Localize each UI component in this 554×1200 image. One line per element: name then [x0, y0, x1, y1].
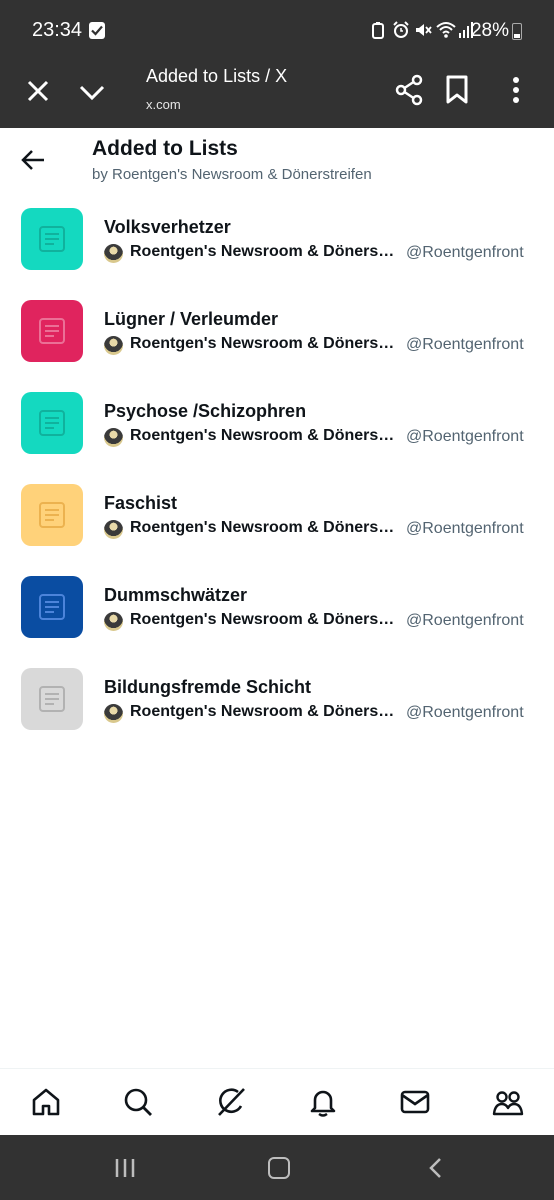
bottom-tab-bar: [0, 1068, 554, 1135]
search-icon[interactable]: [122, 1086, 154, 1118]
list-icon: [21, 208, 83, 270]
messages-icon[interactable]: [399, 1086, 431, 1118]
list-item[interactable]: Psychose /Schizophren Roentgen's Newsroo…: [0, 376, 554, 468]
list-name: Volksverhetzer: [104, 217, 231, 237]
list-icon: [21, 300, 83, 362]
battery-saver-icon: [370, 21, 386, 39]
list-icon: [21, 576, 83, 638]
checkbox-notification-icon: [89, 22, 105, 39]
list-icon: [21, 668, 83, 730]
list-icon: [21, 392, 83, 454]
list-item[interactable]: Faschist Roentgen's Newsroom & Dönerstre…: [0, 468, 554, 560]
owner-name: Roentgen's Newsroom & Dönerstreifen: [130, 335, 398, 352]
owner-handle: @Roentgenfront: [406, 612, 524, 629]
avatar: [104, 612, 123, 631]
home-icon[interactable]: [30, 1086, 62, 1118]
avatar: [104, 336, 123, 355]
chevron-down-icon[interactable]: [78, 78, 106, 106]
owner-name: Roentgen's Newsroom & Dönerstreifen: [130, 243, 398, 260]
mute-icon: [414, 21, 432, 39]
list-item[interactable]: Bildungsfremde Schicht Roentgen's Newsro…: [0, 652, 554, 744]
back-nav-icon[interactable]: [426, 1157, 444, 1179]
owner-name: Roentgen's Newsroom & Dönerstreifen: [130, 519, 398, 536]
list-name: Dummschwätzer: [104, 585, 248, 605]
home-nav-icon[interactable]: [268, 1157, 290, 1179]
communities-icon[interactable]: [492, 1086, 524, 1118]
list-icon: [21, 484, 83, 546]
owner-name: Roentgen's Newsroom & Dönerstreifen: [130, 427, 398, 444]
browser-url: x.com: [146, 97, 181, 112]
owner-name: Roentgen's Newsroom & Dönerstreifen: [130, 703, 398, 720]
notifications-icon[interactable]: [307, 1086, 339, 1118]
lists-container: Volksverhetzer Roentgen's Newsroom & Dön…: [0, 192, 554, 744]
avatar: [104, 244, 123, 263]
list-name: Faschist: [104, 493, 178, 513]
avatar: [104, 704, 123, 723]
list-name: Bildungsfremde Schicht: [104, 677, 312, 697]
avatar: [104, 428, 123, 447]
list-item[interactable]: Volksverhetzer Roentgen's Newsroom & Dön…: [0, 192, 554, 284]
list-name: Lügner / Verleumder: [104, 309, 279, 329]
avatar: [104, 520, 123, 539]
page-subtitle: by Roentgen's Newsroom & Dönerstreifen: [92, 166, 372, 183]
system-nav-bar: [0, 1135, 554, 1200]
status-bar: 23:34 28%: [0, 0, 554, 60]
list-item[interactable]: Lügner / Verleumder Roentgen's Newsroom …: [0, 284, 554, 376]
wifi-icon: [436, 21, 456, 39]
share-icon[interactable]: [394, 74, 424, 106]
owner-handle: @Roentgenfront: [406, 244, 524, 261]
battery-icon: [512, 23, 522, 40]
list-name: Psychose /Schizophren: [104, 401, 307, 421]
owner-handle: @Roentgenfront: [406, 520, 524, 537]
grok-icon[interactable]: [215, 1086, 247, 1118]
owner-handle: @Roentgenfront: [406, 428, 524, 445]
close-icon[interactable]: [24, 77, 52, 105]
status-icons: [370, 21, 474, 39]
page-header: Added to Lists by Roentgen's Newsroom & …: [0, 128, 554, 192]
recent-apps-icon[interactable]: [114, 1158, 136, 1178]
owner-handle: @Roentgenfront: [406, 704, 524, 721]
alarm-icon: [392, 21, 409, 39]
owner-handle: @Roentgenfront: [406, 336, 524, 353]
browser-toolbar: Added to Lists / X x.com: [0, 60, 554, 128]
battery-percent: 28%: [470, 20, 509, 41]
more-vertical-icon[interactable]: [508, 75, 524, 105]
page-title: Added to Lists: [92, 137, 238, 160]
list-item[interactable]: Dummschwätzer Roentgen's Newsroom & Döne…: [0, 560, 554, 652]
owner-name: Roentgen's Newsroom & Dönerstreifen: [130, 611, 398, 628]
bookmark-icon[interactable]: [444, 75, 470, 105]
back-arrow-icon[interactable]: [20, 148, 46, 172]
browser-title: Added to Lists / X: [146, 66, 288, 86]
status-time: 23:34: [32, 19, 83, 41]
